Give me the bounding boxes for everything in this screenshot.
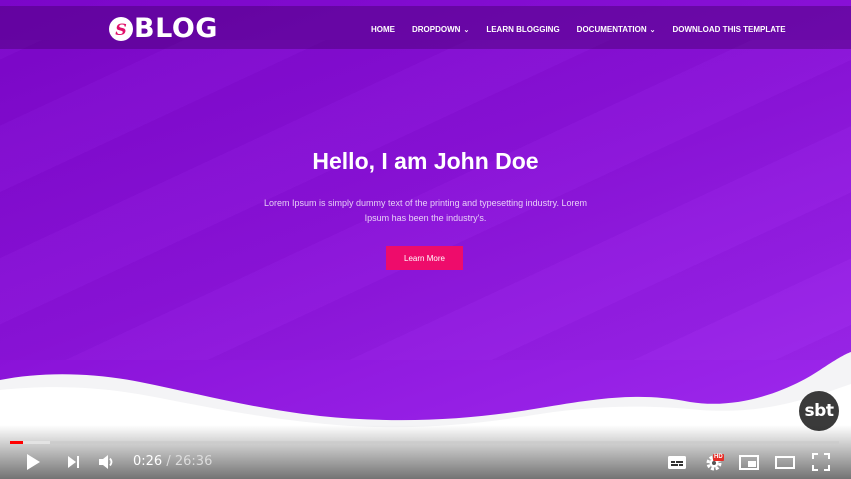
nav-item-home[interactable]: HOME bbox=[371, 25, 395, 34]
next-icon bbox=[68, 456, 79, 468]
miniplayer-button[interactable] bbox=[738, 451, 760, 473]
theater-mode-button[interactable] bbox=[774, 451, 796, 473]
logo-mark: S bbox=[109, 17, 133, 41]
hero-description: Lorem Ipsum is simply dummy text of the … bbox=[264, 198, 587, 223]
navbar: S BLOG HOME DROPDOWN ⌄ LEARN BLOGGING DO… bbox=[0, 6, 851, 49]
play-button[interactable] bbox=[22, 451, 44, 473]
logo-text: BLOG bbox=[134, 13, 218, 44]
nav-label: DOWNLOAD THIS TEMPLATE bbox=[672, 25, 786, 34]
current-time: 0:26 bbox=[133, 454, 163, 469]
learn-more-button[interactable]: Learn More bbox=[386, 246, 463, 270]
hero-title: Hello, I am John Doe bbox=[312, 148, 539, 174]
volume-button[interactable] bbox=[96, 451, 118, 473]
hero-section: S BLOG HOME DROPDOWN ⌄ LEARN BLOGGING DO… bbox=[0, 0, 851, 479]
miniplayer-icon bbox=[739, 455, 759, 470]
progress-bar[interactable] bbox=[10, 441, 839, 444]
hd-badge: HD bbox=[713, 454, 724, 461]
fullscreen-button[interactable] bbox=[810, 451, 832, 473]
chevron-down-icon: ⌄ bbox=[649, 26, 656, 34]
site-logo[interactable]: S BLOG bbox=[109, 13, 218, 44]
nav-item-dropdown[interactable]: DROPDOWN ⌄ bbox=[412, 25, 469, 34]
play-icon bbox=[27, 454, 40, 470]
progress-played bbox=[10, 441, 24, 444]
nav-label: DROPDOWN bbox=[412, 25, 461, 34]
nav-label: LEARN BLOGGING bbox=[486, 25, 560, 34]
subtitles-button[interactable] bbox=[666, 451, 688, 473]
fullscreen-icon bbox=[812, 453, 830, 471]
chevron-down-icon: ⌄ bbox=[463, 26, 470, 34]
subtitles-icon bbox=[668, 456, 686, 469]
theater-icon bbox=[775, 456, 795, 469]
time-display: 0:26 / 26:36 bbox=[133, 454, 212, 469]
time-separator: / bbox=[166, 454, 171, 469]
nav-item-learn-blogging[interactable]: LEARN BLOGGING bbox=[486, 25, 559, 34]
duration: 26:36 bbox=[174, 454, 213, 469]
nav-label: DOCUMENTATION bbox=[576, 25, 647, 34]
nav-item-documentation[interactable]: DOCUMENTATION ⌄ bbox=[577, 25, 656, 34]
nav-label: HOME bbox=[371, 25, 395, 34]
volume-icon bbox=[99, 455, 113, 469]
nav-menu: HOME DROPDOWN ⌄ LEARN BLOGGING DOCUMENTA… bbox=[371, 25, 803, 34]
next-button[interactable] bbox=[62, 451, 84, 473]
nav-item-download-template[interactable]: DOWNLOAD THIS TEMPLATE bbox=[672, 25, 785, 34]
